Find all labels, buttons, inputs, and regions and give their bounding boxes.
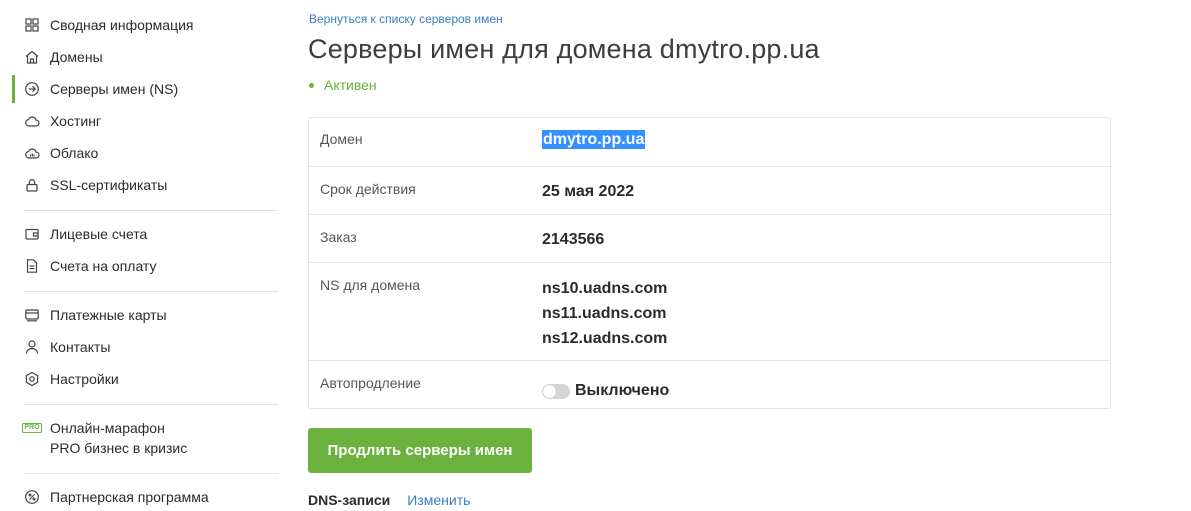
percent-icon	[24, 489, 40, 505]
sidebar-item-label: Сводная информация	[50, 17, 194, 33]
sidebar-item-label: Хостинг	[50, 113, 102, 129]
cloud-icon	[24, 113, 40, 129]
dns-records-row: DNS-записи Изменить	[308, 492, 470, 508]
sidebar-item-label: Облако	[50, 145, 99, 161]
sidebar-item-label: SSL-сертификаты	[50, 177, 168, 193]
pro-badge-icon: PRO	[22, 423, 42, 433]
domain-value: dmytro.pp.ua	[542, 118, 1110, 166]
order-value: 2143566	[542, 231, 605, 248]
sidebar-group-partner: Партнерская программа	[12, 481, 278, 511]
sidebar-item-cloud[interactable]: Облако	[12, 137, 278, 169]
sidebar-divider	[24, 473, 278, 474]
domain-info-table: Домен dmytro.pp.ua Срок действия 25 мая …	[308, 117, 1111, 409]
table-row-expiry: Срок действия 25 мая 2022	[309, 166, 1110, 214]
sidebar-item-promo[interactable]: PRO Онлайн-марафон PRO бизнес в кризис	[12, 414, 278, 458]
wallet-icon	[24, 226, 40, 242]
sidebar-item-label: Партнерская программа	[50, 489, 209, 505]
status-badge: Активен	[309, 77, 377, 93]
sidebar-item-invoices[interactable]: Счета на оплату	[12, 250, 278, 282]
ns-value-1: ns10.uadns.com	[542, 280, 668, 297]
status-text: Активен	[324, 77, 377, 93]
sidebar-divider	[24, 404, 278, 405]
sidebar-item-label: Серверы имен (NS)	[50, 81, 179, 97]
sidebar-item-cards[interactable]: Платежные карты	[12, 299, 278, 331]
lock-icon	[24, 177, 40, 193]
sidebar-item-partner[interactable]: Партнерская программа	[12, 481, 278, 511]
autorenew-toggle[interactable]	[542, 383, 570, 399]
autorenew-label: Автопродление	[320, 375, 421, 391]
arrow-circle-icon	[24, 81, 40, 97]
gear-icon	[24, 371, 40, 387]
order-label: Заказ	[320, 229, 357, 245]
table-row-autorenew: Автопродление Выключено	[309, 360, 1110, 408]
sidebar-item-settings[interactable]: Настройки	[12, 363, 278, 395]
sidebar-divider	[24, 291, 278, 292]
dns-edit-link[interactable]: Изменить	[407, 492, 470, 508]
sidebar: Сводная информация Домены Серверы имен (…	[0, 0, 290, 511]
back-to-nameservers-link[interactable]: Вернуться к списку серверов имен	[309, 12, 503, 26]
sidebar-item-label: Контакты	[50, 339, 111, 355]
promo-text: Онлайн-марафон PRO бизнес в кризис	[50, 418, 187, 458]
expiry-label: Срок действия	[320, 181, 416, 197]
domain-value-text: dmytro.pp.ua	[542, 130, 646, 149]
sidebar-group-main: Сводная информация Домены Серверы имен (…	[12, 9, 278, 201]
sidebar-item-domains[interactable]: Домены	[12, 41, 278, 73]
sidebar-item-hosting[interactable]: Хостинг	[12, 105, 278, 137]
sidebar-divider	[24, 210, 278, 211]
promo-line-1: Онлайн-марафон	[50, 420, 165, 436]
sidebar-item-label: Счета на оплату	[50, 258, 157, 274]
table-row-domain: Домен dmytro.pp.ua	[309, 118, 1110, 166]
ns-label: NS для домена	[320, 277, 421, 293]
sidebar-group-promo: PRO Онлайн-марафон PRO бизнес в кризис	[12, 414, 278, 458]
renew-nameservers-button[interactable]: Продлить серверы имен	[308, 428, 532, 473]
ns-value-2: ns11.uadns.com	[542, 305, 667, 322]
table-row-order: Заказ 2143566	[309, 214, 1110, 262]
ns-value-3: ns12.uadns.com	[542, 330, 668, 347]
ns-values: ns10.uadns.com ns11.uadns.com ns12.uadns…	[542, 263, 1110, 360]
card-icon	[24, 307, 40, 323]
page-title: Серверы имен для домена dmytro.pp.ua	[308, 34, 820, 64]
expiry-value: 25 мая 2022	[542, 183, 635, 200]
dns-records-label: DNS-записи	[308, 492, 391, 508]
document-icon	[24, 258, 40, 274]
autorenew-value: Выключено	[542, 361, 1110, 408]
promo-line-2: PRO бизнес в кризис	[50, 440, 188, 456]
sidebar-item-label: Платежные карты	[50, 307, 167, 323]
toggle-knob	[543, 384, 556, 398]
cloud-server-icon	[24, 145, 40, 161]
status-dot-icon	[309, 82, 314, 88]
domain-label: Домен	[320, 131, 363, 147]
sidebar-item-summary[interactable]: Сводная информация	[12, 9, 278, 41]
sidebar-item-label: Настройки	[50, 371, 119, 387]
sidebar-group-settings: Платежные карты Контакты Настройки	[12, 299, 278, 395]
sidebar-item-nameservers[interactable]: Серверы имен (NS)	[12, 73, 278, 105]
user-icon	[24, 339, 40, 355]
sidebar-group-billing: Лицевые счета Счета на оплату	[12, 218, 278, 282]
sidebar-item-label: Домены	[50, 49, 103, 65]
sidebar-item-ssl[interactable]: SSL-сертификаты	[12, 169, 278, 201]
home-icon	[24, 49, 40, 65]
dashboard-icon	[24, 17, 40, 33]
sidebar-item-accounts[interactable]: Лицевые счета	[12, 218, 278, 250]
sidebar-item-contacts[interactable]: Контакты	[12, 331, 278, 363]
table-row-ns: NS для домена ns10.uadns.com ns11.uadns.…	[309, 262, 1110, 360]
sidebar-item-label: Лицевые счета	[50, 226, 148, 242]
autorenew-status-text: Выключено	[575, 382, 670, 399]
